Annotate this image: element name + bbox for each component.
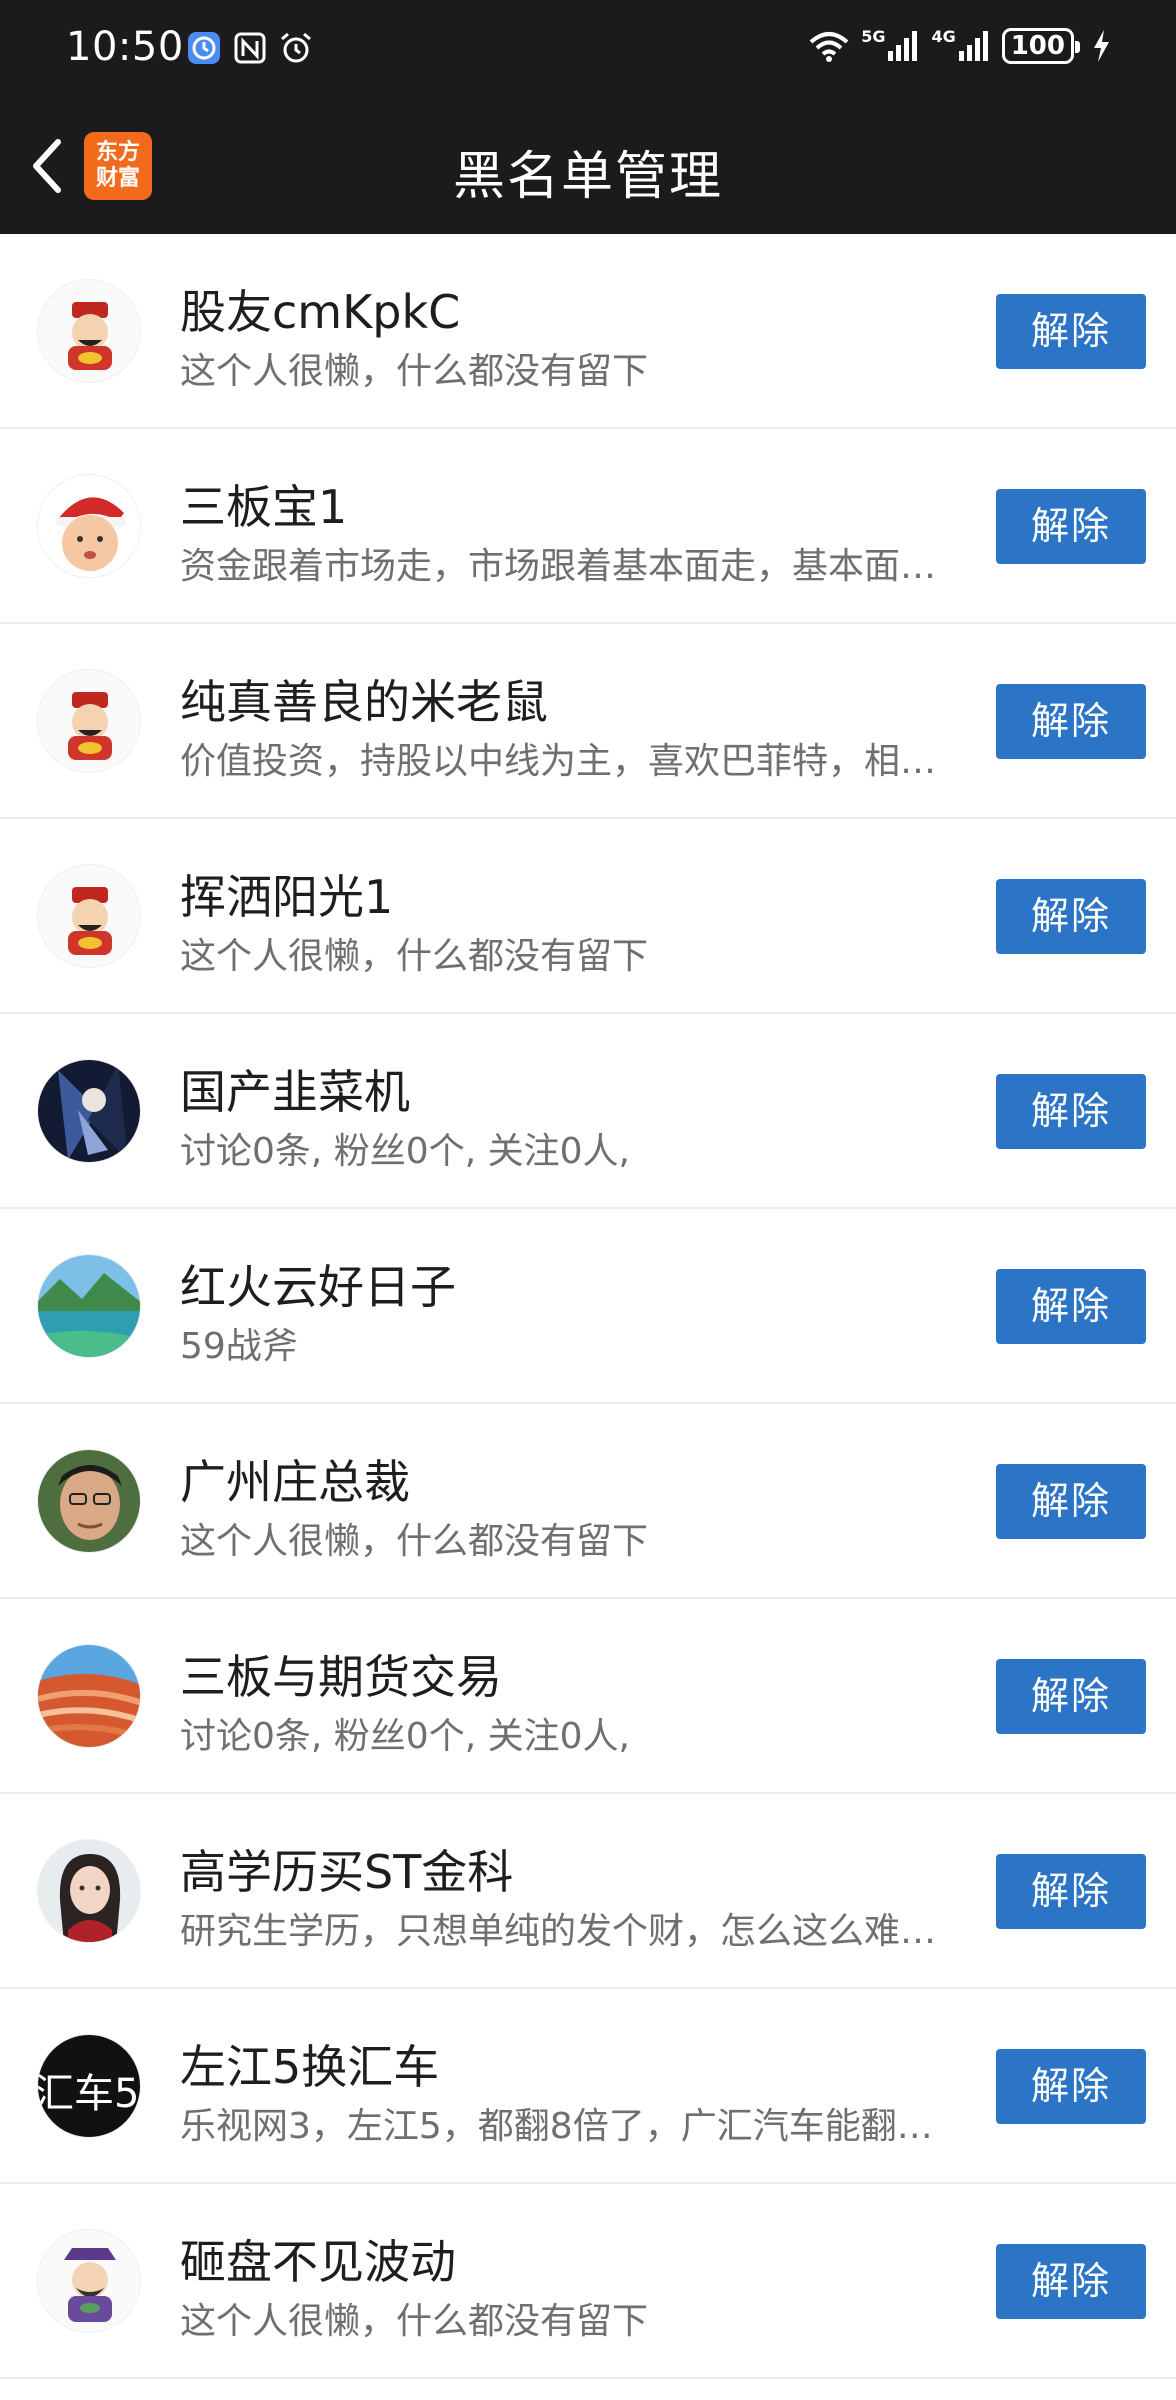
girl-portrait-avatar-icon [38,1840,140,1942]
man-portrait-avatar-icon [38,1450,140,1552]
list-item: 汇车5 左江5换汇车 乐视网3，左江5，都翻8倍了，广汇汽车能翻几倍呢... 解… [0,1989,1176,2184]
page-title: 黑名单管理 [452,147,723,207]
user-desc: 59战斧 [180,1326,298,1367]
anime-character-avatar-icon [38,1060,140,1162]
purple-god-avatar-icon [38,2230,140,2332]
list-item: 股友cmKpkC 这个人很懒，什么都没有留下 解除 [0,234,1176,429]
avatar[interactable] [37,1644,141,1748]
list-item: 纯真善良的米老鼠 价值投资，持股以中线为主，喜欢巴菲特，相信时间的力量... 解… [0,624,1176,819]
list-item: 挥洒阳光1 这个人很懒，什么都没有留下 解除 [0,819,1176,1014]
user-desc: 研究生学历，只想单纯的发个财，怎么这么难啊... [180,1911,960,1952]
remove-button[interactable]: 解除 [996,2244,1146,2319]
nfc-icon [234,32,266,64]
status-bar: 10:50 5G 4G 100 [0,0,1176,98]
remove-button[interactable]: 解除 [996,2049,1146,2124]
battery-icon: 100 [1001,28,1081,64]
god-of-wealth-avatar-icon [38,865,140,967]
remove-button[interactable]: 解除 [996,1659,1146,1734]
user-name: 国产韭菜机 [180,1065,410,1119]
remove-button[interactable]: 解除 [996,294,1146,369]
user-desc: 价值投资，持股以中线为主，喜欢巴菲特，相信时间的力量... [180,741,960,782]
lake-landscape-avatar-icon [38,1255,140,1357]
avatar[interactable] [37,669,141,773]
avatar-text: 汇车5 [37,2071,140,2117]
avatar[interactable] [37,279,141,383]
blacklist-list: 股友cmKpkC 这个人很懒，什么都没有留下 解除 三板宝1 资金跟着市场走，市… [0,234,1176,2379]
user-name: 三板宝1 [180,480,348,534]
user-name: 三板与期货交易 [180,1650,502,1704]
signal-4g-icon: 4G [931,29,991,63]
remove-button[interactable]: 解除 [996,1074,1146,1149]
wifi-icon [809,32,849,62]
list-item: 国产韭菜机 讨论0条, 粉丝0个, 关注0人, 解除 [0,1014,1176,1209]
clock-app-icon [188,32,220,64]
avatar[interactable] [37,1449,141,1553]
remove-button[interactable]: 解除 [996,684,1146,759]
user-name: 高学历买ST金科 [180,1845,514,1899]
user-name: 挥洒阳光1 [180,870,394,924]
user-desc: 讨论0条, 粉丝0个, 关注0人, [180,1716,630,1757]
status-right-icons: 5G 4G 100 [807,28,1112,64]
remove-button[interactable]: 解除 [996,1854,1146,1929]
baby-santa-hat-avatar-icon [38,475,140,577]
list-item: 三板与期货交易 讨论0条, 粉丝0个, 关注0人, 解除 [0,1599,1176,1794]
status-time: 10:50 [66,24,184,70]
list-item: 砸盘不见波动 这个人很懒，什么都没有留下 解除 [0,2184,1176,2379]
user-name: 红火云好日子 [180,1260,456,1314]
list-item: 高学历买ST金科 研究生学历，只想单纯的发个财，怎么这么难啊... 解除 [0,1794,1176,1989]
red-rock-canyon-avatar-icon [38,1645,140,1747]
user-desc: 乐视网3，左江5，都翻8倍了，广汇汽车能翻几倍呢... [180,2106,960,2147]
user-desc: 这个人很懒，什么都没有留下 [180,1521,649,1562]
signal-5g-icon: 5G [861,29,921,63]
avatar[interactable]: 汇车5 [37,2034,141,2138]
avatar[interactable] [37,1059,141,1163]
list-item: 广州庄总裁 这个人很懒，什么都没有留下 解除 [0,1404,1176,1599]
network-5g-label: 5G [861,27,886,46]
avatar[interactable] [37,1839,141,1943]
user-desc: 资金跟着市场走，市场跟着基本面走，基本面跟着政策走... [180,546,960,587]
user-name: 纯真善良的米老鼠 [180,675,548,729]
user-name: 左江5换汇车 [180,2040,440,2094]
avatar[interactable] [37,2229,141,2333]
network-4g-label: 4G [931,27,956,46]
status-left-icons [186,30,314,66]
user-name: 砸盘不见波动 [180,2235,456,2289]
title-bar: 东方 财富 黑名单管理 [0,98,1176,234]
god-of-wealth-avatar-icon [38,670,140,772]
user-name: 股友cmKpkC [180,285,461,339]
charging-icon [1094,30,1109,62]
remove-button[interactable]: 解除 [996,1269,1146,1344]
god-of-wealth-avatar-icon [38,280,140,382]
user-desc: 讨论0条, 粉丝0个, 关注0人, [180,1131,630,1172]
avatar[interactable] [37,474,141,578]
avatar[interactable] [37,1254,141,1358]
remove-button[interactable]: 解除 [996,1464,1146,1539]
user-desc: 这个人很懒，什么都没有留下 [180,2301,649,2342]
remove-button[interactable]: 解除 [996,489,1146,564]
list-item: 红火云好日子 59战斧 解除 [0,1209,1176,1404]
avatar[interactable] [37,864,141,968]
list-item: 三板宝1 资金跟着市场走，市场跟着基本面走，基本面跟着政策走... 解除 [0,429,1176,624]
user-name: 广州庄总裁 [180,1455,410,1509]
user-desc: 这个人很懒，什么都没有留下 [180,351,649,392]
remove-button[interactable]: 解除 [996,879,1146,954]
alarm-icon [281,32,311,63]
user-desc: 这个人很懒，什么都没有留下 [180,936,649,977]
